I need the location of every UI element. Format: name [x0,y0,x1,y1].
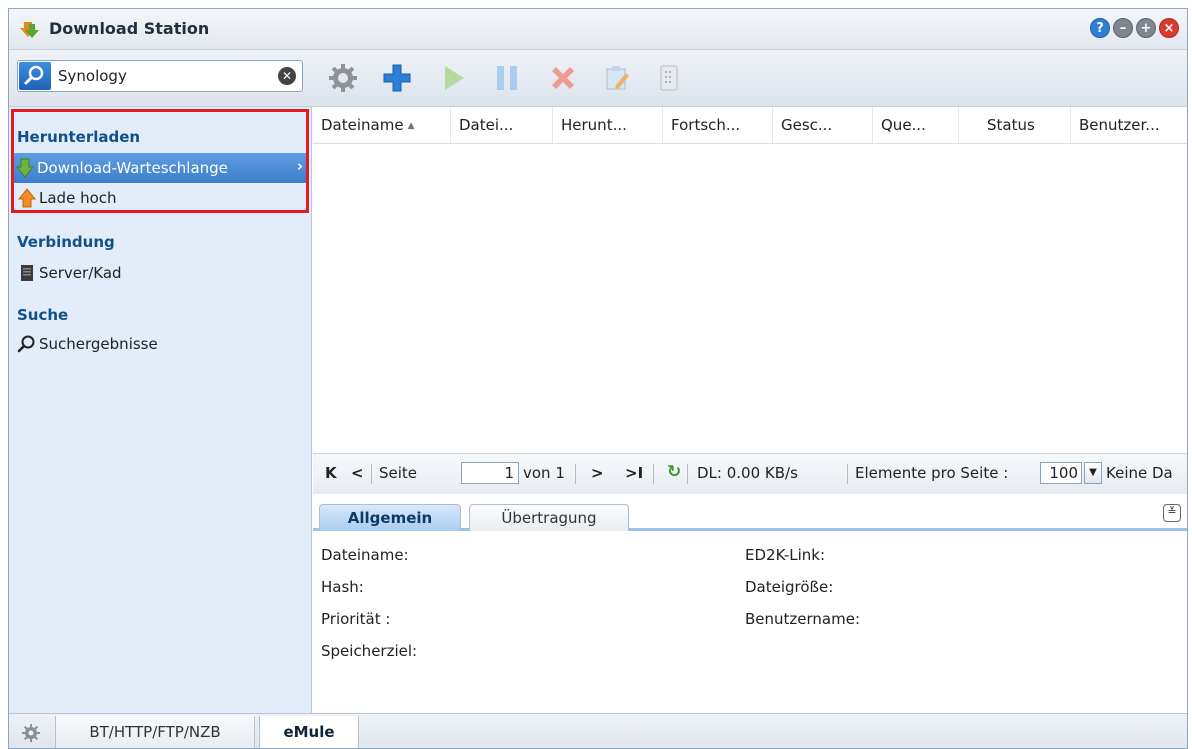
field-label-ed2k-link: ED2K-Link: [745,546,826,564]
page-label: Seite [379,464,418,482]
sidebar-item-label: Suchergebnisse [39,335,158,353]
resume-icon[interactable] [433,60,473,96]
sort-ascending-icon: ▲ [407,120,415,131]
gear-icon[interactable] [21,723,41,743]
tab-bt-http-ftp-nzb[interactable]: BT/HTTP/FTP/NZB [55,716,255,748]
upload-arrow-icon [17,188,37,208]
separator [847,464,848,484]
sidebar-item-label: Lade hoch [39,189,117,207]
separator [371,464,372,484]
download-list: Dateiname ▲ Datei... Herunt... Fortsch...… [313,107,1187,452]
tab-uebertragung[interactable]: Übertragung [469,504,629,531]
field-label-filename: Dateiname: [321,546,409,564]
download-speed: DL: 0.00 KB/s [697,464,798,482]
separator [653,464,654,484]
tab-allgemein[interactable]: Allgemein [319,504,461,531]
maximize-icon[interactable]: + [1136,18,1156,38]
tab-emule[interactable]: eMule [259,716,359,748]
column-header-downloaded[interactable]: Herunt... [553,107,663,143]
collapse-panel-icon[interactable]: ≚ [1163,504,1181,522]
field-label-filesize: Dateigröße: [745,578,834,596]
search-icon[interactable] [19,62,51,90]
field-label-hash: Hash: [321,578,364,596]
window-title: Download Station [49,19,210,38]
column-header-status[interactable]: Status [959,107,1071,143]
search-icon [17,335,35,353]
column-header-filesize[interactable]: Datei... [451,107,553,143]
column-header-source[interactable]: Que... [873,107,959,143]
sidebar-item-label: Download-Warteschlange [37,159,228,177]
table-header: Dateiname ▲ Datei... Herunt... Fortsch...… [313,107,1187,144]
delete-icon[interactable] [543,60,583,96]
column-header-progress[interactable]: Fortsch... [663,107,773,143]
server-icon [21,265,33,281]
download-station-window: Download Station ? – + × ✕ [8,8,1188,749]
search-input[interactable] [58,65,268,87]
title-bar: Download Station ? – + × [9,9,1187,50]
close-icon[interactable]: × [1159,18,1179,38]
column-header-filename[interactable]: Dateiname ▲ [313,107,451,143]
items-per-page-label: Elemente pro Seite : [855,464,1009,482]
sidebar-heading-suche: Suche [17,306,69,324]
chevron-right-icon: › [296,157,303,175]
sidebar-heading-verbindung: Verbindung [17,233,115,251]
field-label-destination: Speicherziel: [321,642,418,660]
last-page-icon[interactable]: >I [625,464,643,482]
separator [687,464,688,484]
add-icon[interactable] [377,60,417,96]
chevron-down-icon[interactable]: ▼ [1084,462,1102,484]
prev-page-icon[interactable]: < [351,464,364,482]
column-header-user[interactable]: Benutzer... [1071,107,1187,143]
field-label-username: Benutzername: [745,610,861,628]
items-per-page-select[interactable]: 100 [1040,462,1082,484]
help-icon[interactable]: ? [1090,18,1110,38]
window-controls: ? – + × [1090,18,1179,38]
settings-gear-icon[interactable] [323,60,363,96]
field-label-priority: Priorität : [321,610,391,628]
next-page-icon[interactable]: > [591,464,604,482]
pause-icon[interactable] [487,60,527,96]
details-tab-bar: Allgemein Übertragung ≚ [313,494,1187,531]
bottom-tab-bar: BT/HTTP/FTP/NZB eMule [9,713,1187,748]
edit-icon[interactable] [597,60,637,96]
sidebar: Herunterladen Download-Warteschlange › L… [9,107,312,713]
download-station-logo-icon [20,22,39,38]
page-number-input[interactable]: 1 [461,462,519,484]
refresh-icon[interactable]: ↻ [667,462,681,482]
sidebar-item-download-queue[interactable]: Download-Warteschlange › [13,153,307,183]
column-header-speed[interactable]: Gesc... [773,107,873,143]
page-count-label: von 1 [523,464,565,482]
sidebar-item-server-kad[interactable]: Server/Kad [15,258,305,288]
clear-completed-icon[interactable] [649,60,689,96]
first-page-icon[interactable]: K [325,464,337,482]
search-box: ✕ [17,60,303,92]
sidebar-item-upload[interactable]: Lade hoch [15,183,305,213]
details-panel: Allgemein Übertragung ≚ Dateiname: Hash:… [313,494,1187,713]
pagination-bar: K < Seite 1 von 1 > >I ↻ DL: 0.00 KB/s E… [313,453,1187,495]
minimize-icon[interactable]: – [1113,18,1133,38]
separator [575,464,576,484]
empty-list-text: Keine Da [1106,464,1173,482]
clear-search-icon[interactable]: ✕ [278,67,296,85]
sidebar-heading-herunterladen: Herunterladen [17,128,141,146]
download-arrow-icon [15,158,35,178]
toolbar: ✕ [9,50,1187,107]
sidebar-item-label: Server/Kad [39,264,122,282]
sidebar-item-search-results[interactable]: Suchergebnisse [15,329,305,359]
